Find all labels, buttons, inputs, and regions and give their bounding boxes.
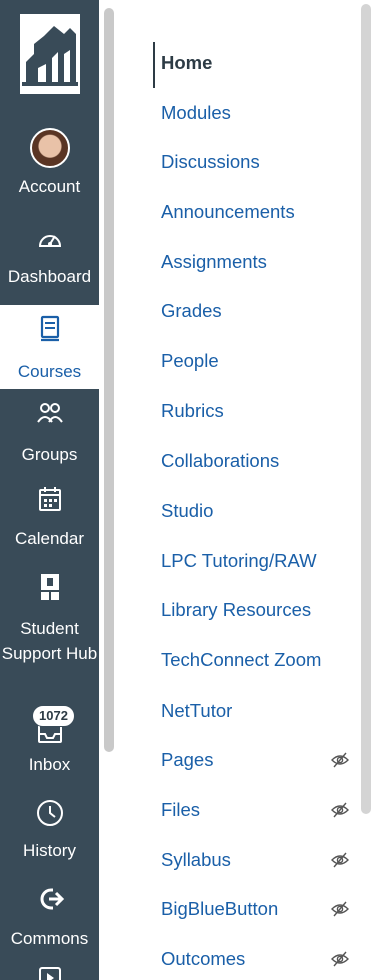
nav-inbox-label: Inbox [28,755,71,774]
global-nav-scrollbar[interactable] [104,8,114,752]
course-nav-outcomes[interactable]: Outcomes [161,944,351,974]
course-nav-studio[interactable]: Studio [161,496,351,526]
nav-groups[interactable]: Groups [0,398,99,468]
course-nav-grades[interactable]: Grades [161,296,351,326]
avatar [29,128,70,168]
dashboard-icon [35,224,65,254]
groups-icon [35,398,65,428]
eye-slash-icon [331,900,349,918]
institution-logo[interactable] [20,14,80,94]
course-nav-people[interactable]: People [161,346,351,376]
nav-courses[interactable]: Courses [0,305,99,389]
course-nav-syllabus[interactable]: Syllabus [161,845,351,875]
course-nav-bigbluebutton[interactable]: BigBlueButton [161,894,351,924]
nav-next-item[interactable] [0,964,99,980]
course-nav-collaborations[interactable]: Collaborations [161,446,351,476]
courses-icon [35,313,65,343]
nav-account[interactable]: Account [0,128,99,208]
commons-icon [35,884,65,914]
course-nav-lpc-tutoring[interactable]: LPC Tutoring/RAW [161,546,351,576]
nav-dashboard-label: Dashboard [7,267,92,286]
nav-account-label: Account [18,177,81,196]
nav-groups-label: Groups [21,445,78,464]
course-nav-announcements[interactable]: Announcements [161,197,351,227]
course-nav-library-resources[interactable]: Library Resources [161,595,351,625]
nav-history[interactable]: History [0,798,99,868]
nav-commons[interactable]: Commons [0,884,99,954]
eye-slash-icon [331,851,349,869]
nav-student-support-hub[interactable]: Student Support Hub [0,572,99,692]
course-nav-home[interactable]: Home [161,48,351,78]
studio-icon [35,964,65,980]
eye-slash-icon [331,950,349,968]
nav-calendar[interactable]: Calendar [0,484,99,554]
inbox-unread-badge: 1072 [32,705,75,727]
institution-logo-graphic [20,14,80,94]
support-hub-icon [35,572,65,602]
nav-student-support-hub-label: Student Support Hub [1,619,98,663]
eye-slash-icon [331,751,349,769]
course-nav-modules[interactable]: Modules [161,98,351,128]
course-nav-nettutor[interactable]: NetTutor [161,696,351,726]
nav-dashboard[interactable]: Dashboard [0,224,99,296]
course-nav-pages[interactable]: Pages [161,745,351,775]
course-nav-rubrics[interactable]: Rubrics [161,396,351,426]
course-nav-scrollbar[interactable] [361,4,371,814]
history-icon [35,798,65,828]
canvas-page: Account Dashboard Courses Groups Calenda… [0,0,372,980]
nav-inbox[interactable]: 1072 Inbox [0,705,99,780]
course-nav-files[interactable]: Files [161,795,351,825]
nav-courses-label: Courses [17,362,82,381]
calendar-icon [35,484,65,514]
nav-calendar-label: Calendar [15,529,84,548]
course-nav-techconnect-zoom[interactable]: TechConnect Zoom [161,645,351,675]
active-indicator [153,42,155,88]
course-nav-discussions[interactable]: Discussions [161,147,351,177]
nav-commons-label: Commons [10,929,89,948]
course-nav: Home Modules Discussions Announcements A… [120,0,356,980]
nav-history-label: History [23,841,76,860]
global-nav: Account Dashboard Courses Groups Calenda… [0,0,99,980]
eye-slash-icon [331,801,349,819]
course-nav-assignments[interactable]: Assignments [161,247,351,277]
